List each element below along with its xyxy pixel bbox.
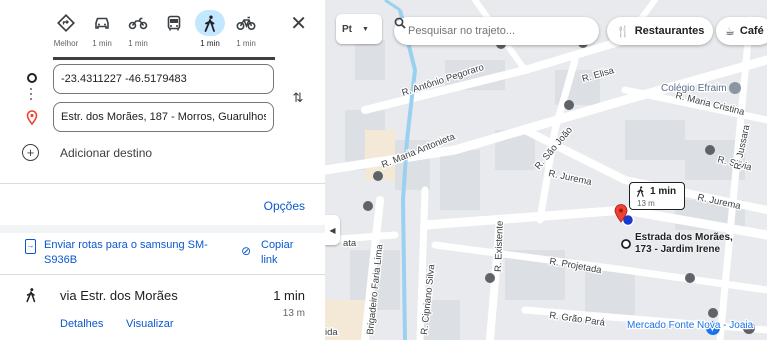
add-circle-icon: + xyxy=(22,144,39,161)
bubble-distance: 13 m xyxy=(637,199,655,208)
mode-walking-time: 1 min xyxy=(200,39,220,48)
preview-link[interactable]: Visualizar xyxy=(126,318,174,330)
layers-button[interactable]: Pt ▼ xyxy=(336,14,382,44)
map-canvas[interactable]: R. Antônio Pegoraro R. Elisa R. Maria Cr… xyxy=(325,0,767,340)
map-label-fragment: ata xyxy=(343,238,357,249)
mode-car-time: 1 min xyxy=(92,39,112,48)
section-divider xyxy=(0,225,325,233)
destination-input[interactable] xyxy=(53,102,274,132)
close-icon[interactable]: ✕ xyxy=(290,14,307,34)
mode-transit[interactable] xyxy=(156,10,192,54)
add-destination-button[interactable]: + Adicionar destino xyxy=(22,144,152,161)
car-icon xyxy=(87,10,117,36)
mode-walking[interactable]: 1 min xyxy=(192,10,228,54)
mode-car[interactable]: 1 min xyxy=(84,10,120,54)
map-tiles: R. Antônio Pegoraro R. Elisa R. Maria Cr… xyxy=(325,0,767,340)
caret-down-icon: ▼ xyxy=(362,25,369,33)
mode-best-time: Melhor xyxy=(53,39,79,48)
mode-bicycle[interactable]: 1 min xyxy=(228,10,264,54)
add-destination-label: Adicionar destino xyxy=(60,145,153,160)
link-icon[interactable]: ⊖ xyxy=(238,242,255,259)
search-input[interactable] xyxy=(408,25,578,37)
options-button[interactable]: Opções xyxy=(264,199,305,213)
layers-label: Pt xyxy=(342,23,352,35)
route-connector-dots xyxy=(30,88,33,103)
destination-marker xyxy=(22,110,42,125)
bicycle-icon xyxy=(231,10,261,36)
poi-label-mercado: Mercado Fonte Nova - Joaia xyxy=(627,320,754,331)
divider xyxy=(0,274,325,275)
destination-circle-marker xyxy=(621,239,631,249)
route-via[interactable]: via Estr. dos Morães xyxy=(60,288,178,303)
coffee-icon: ☕ xyxy=(725,25,735,38)
map-label-fragment: ida xyxy=(325,327,338,338)
origin-marker xyxy=(22,73,42,83)
swap-icon[interactable]: ⇅ xyxy=(284,85,310,111)
directions-panel: Melhor 1 min 1 min 1 min 1 min ✕ -23.431… xyxy=(0,0,325,340)
bubble-time: 1 min xyxy=(650,186,677,197)
origin-input[interactable] xyxy=(53,64,274,94)
collapse-panel-button[interactable]: ◀ xyxy=(325,215,340,245)
origin-circle-icon xyxy=(27,73,37,83)
route-time-bubble[interactable]: 1 min 13 m xyxy=(629,182,685,210)
send-directions-row: → Enviar rotas para o samsung SM-S936B ⊖… xyxy=(0,233,325,274)
travel-mode-bar: Melhor 1 min 1 min 1 min 1 min xyxy=(48,10,264,54)
copy-link-button[interactable]: Copiar link xyxy=(261,238,311,268)
mode-motorcycle[interactable]: 1 min xyxy=(120,10,156,54)
route-distance: 13 m xyxy=(282,308,305,319)
mode-best[interactable]: Melhor xyxy=(48,10,84,54)
restaurant-icon: 🍴 xyxy=(616,25,630,38)
send-to-phone-icon: → xyxy=(25,239,36,254)
chip-coffee[interactable]: ☕ Café xyxy=(716,17,767,45)
walking-icon xyxy=(195,10,225,36)
details-link[interactable]: Detalhes xyxy=(60,318,103,330)
street-label-existente: R. Existente xyxy=(493,221,506,273)
mode-motorcycle-time: 1 min xyxy=(128,39,148,48)
chip-restaurants[interactable]: 🍴 Restaurantes xyxy=(607,17,714,45)
chip-restaurants-label: Restaurantes xyxy=(634,25,705,37)
destination-map-label: Estrada dos Morães, 173 - Jardim Irene xyxy=(635,232,733,255)
mode-bicycle-time: 1 min xyxy=(236,39,256,48)
poi-label-colegio: Colégio Efraim xyxy=(661,83,727,94)
motorcycle-icon xyxy=(123,10,153,36)
destination-pin-icon xyxy=(26,110,38,125)
walking-route-icon xyxy=(25,287,37,308)
search-along-route xyxy=(394,17,599,45)
route-duration: 1 min xyxy=(273,288,305,303)
send-to-device-link[interactable]: Enviar rotas para o samsung SM-S936B xyxy=(44,238,219,268)
diamond-directions-icon xyxy=(51,10,81,36)
chip-coffee-label: Café xyxy=(739,25,764,37)
divider xyxy=(0,183,325,184)
bus-icon xyxy=(159,10,189,36)
mode-selection-underline xyxy=(53,57,275,60)
